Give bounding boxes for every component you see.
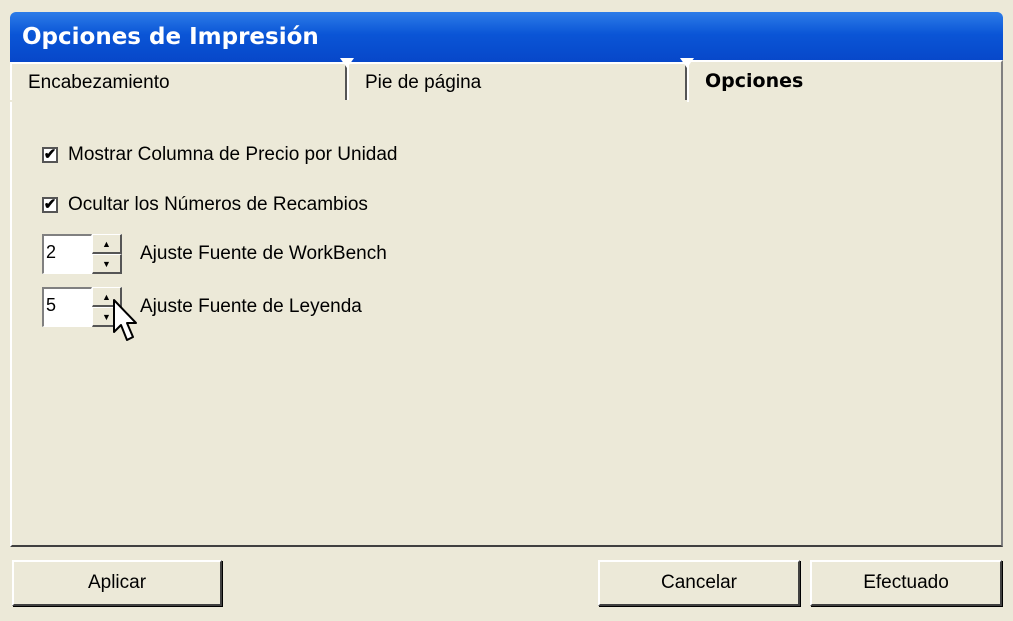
checkmark-icon: ✔	[43, 196, 57, 213]
tab-footer[interactable]: Pie de página	[347, 62, 687, 100]
spin-down-icon[interactable]: ▼	[92, 254, 122, 274]
legend-font-input[interactable]: 5	[42, 287, 92, 327]
hide-part-numbers-option[interactable]: ✔ Ocultar los Números de Recambios	[42, 194, 368, 216]
tab-strip: Encabezamiento Pie de página Opciones	[10, 58, 1003, 102]
workbench-font-label: Ajuste Fuente de WorkBench	[140, 243, 387, 264]
cancel-button[interactable]: Cancelar	[598, 560, 800, 606]
print-options-dialog: Opciones de Impresión Encabezamiento Pie…	[0, 0, 1013, 621]
mouse-pointer-icon	[113, 299, 137, 341]
tab-header-label: Encabezamiento	[28, 72, 170, 93]
legend-font-control: 5 ▲ ▼ Ajuste Fuente de Leyenda	[42, 287, 362, 327]
hide-part-numbers-label: Ocultar los Números de Recambios	[68, 194, 368, 215]
footer-divider	[10, 547, 1003, 551]
workbench-font-input[interactable]: 2	[42, 234, 92, 274]
spin-up-icon[interactable]: ▲	[92, 234, 122, 254]
tab-options[interactable]: Opciones	[687, 60, 1003, 102]
tab-header[interactable]: Encabezamiento	[10, 62, 347, 100]
tab-footer-label: Pie de página	[365, 72, 482, 93]
tab-options-label: Opciones	[705, 70, 804, 92]
apply-button[interactable]: Aplicar	[12, 560, 222, 606]
done-button[interactable]: Efectuado	[810, 560, 1002, 606]
title-bar[interactable]: Opciones de Impresión	[10, 12, 1003, 62]
show-price-column-option[interactable]: ✔ Mostrar Columna de Precio por Unidad	[42, 144, 398, 166]
legend-font-label: Ajuste Fuente de Leyenda	[140, 296, 362, 317]
show-price-column-label: Mostrar Columna de Precio por Unidad	[68, 144, 398, 165]
workbench-font-control: 2 ▲ ▼ Ajuste Fuente de WorkBench	[42, 234, 387, 274]
window-title: Opciones de Impresión	[22, 24, 319, 50]
options-panel: ✔ Mostrar Columna de Precio por Unidad ✔…	[10, 102, 1003, 547]
workbench-font-stepper[interactable]: ▲ ▼	[92, 234, 122, 274]
checkmark-icon: ✔	[43, 146, 57, 163]
tab-notch-icon	[680, 58, 694, 68]
hide-part-numbers-checkbox[interactable]: ✔	[42, 197, 58, 213]
show-price-column-checkbox[interactable]: ✔	[42, 147, 58, 163]
tab-notch-icon	[340, 58, 354, 68]
